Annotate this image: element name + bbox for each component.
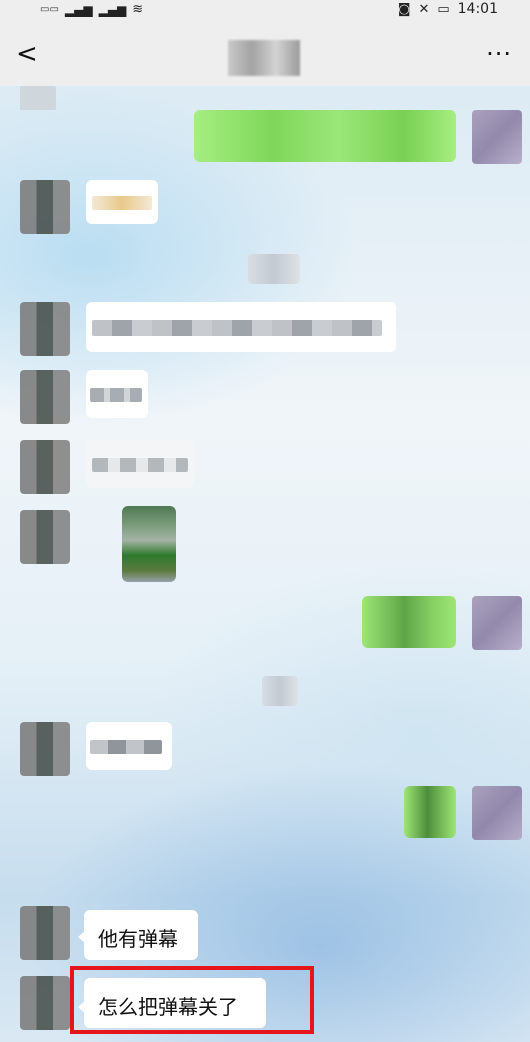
outgoing-message-pixelated[interactable] <box>194 110 456 162</box>
contact-avatar[interactable] <box>20 510 70 564</box>
bell-off-icon: ✕ <box>418 1 430 17</box>
timestamp-pixelated <box>248 254 300 284</box>
sim-icon: ▭▭ <box>40 4 59 15</box>
contact-avatar[interactable] <box>20 906 70 960</box>
contact-avatar[interactable] <box>20 370 70 424</box>
incoming-message-pixelated[interactable] <box>86 370 148 418</box>
signal-icon-2: ▂▄▆ <box>98 2 127 17</box>
my-avatar[interactable] <box>472 596 522 650</box>
contact-avatar[interactable] <box>20 976 70 1030</box>
status-left: ▭▭ ▂▄▆ ▂▄▆ ≋ <box>40 2 143 17</box>
signal-icon: ▂▄▆ <box>64 2 93 17</box>
pixelated-text <box>90 740 162 754</box>
pixelated-emoji <box>92 196 152 210</box>
chat-area[interactable]: 他有弹幕 怎么把弹幕关了 <box>0 86 530 1042</box>
incoming-message-pixelated[interactable] <box>86 722 172 770</box>
message-text: 他有弹幕 <box>98 927 178 951</box>
incoming-image-pixelated[interactable] <box>122 506 176 582</box>
pixelated-text <box>90 388 142 402</box>
outgoing-message-pixelated[interactable] <box>404 786 456 838</box>
more-button[interactable]: ··· <box>486 40 512 68</box>
contact-avatar[interactable] <box>20 440 70 494</box>
chat-title-pixelated <box>228 40 300 76</box>
contact-avatar[interactable] <box>20 302 70 356</box>
contact-avatar[interactable] <box>20 722 70 776</box>
incoming-message-pixelated[interactable] <box>86 180 158 224</box>
my-avatar[interactable] <box>472 786 522 840</box>
status-bar: ▭▭ ▂▄▆ ▂▄▆ ≋ ◙ ✕ ▭ 14:01 <box>0 0 530 22</box>
wifi-icon: ≋ <box>132 2 144 17</box>
status-right: ◙ ✕ ▭ 14:01 <box>398 1 498 17</box>
contact-avatar[interactable] <box>20 180 70 234</box>
timestamp-pixelated <box>262 676 298 706</box>
highlight-annotation-box <box>70 966 314 1034</box>
pixelated-fragment <box>20 86 56 110</box>
back-button[interactable]: < <box>16 40 38 68</box>
incoming-message[interactable]: 他有弹幕 <box>84 910 198 960</box>
pixelated-text <box>92 320 382 336</box>
battery-icon: ▭ <box>437 1 450 17</box>
my-avatar[interactable] <box>472 110 522 164</box>
incoming-message-pixelated[interactable] <box>86 440 194 488</box>
status-time: 14:01 <box>457 1 498 17</box>
pixelated-text <box>92 458 188 472</box>
incoming-message-pixelated[interactable] <box>86 302 396 352</box>
outgoing-message-pixelated[interactable] <box>362 596 456 648</box>
vibrate-icon: ◙ <box>397 1 411 17</box>
chat-header: < ··· <box>0 22 530 86</box>
more-dots-icon: ··· <box>486 40 512 68</box>
chevron-left-icon: < <box>16 39 38 69</box>
